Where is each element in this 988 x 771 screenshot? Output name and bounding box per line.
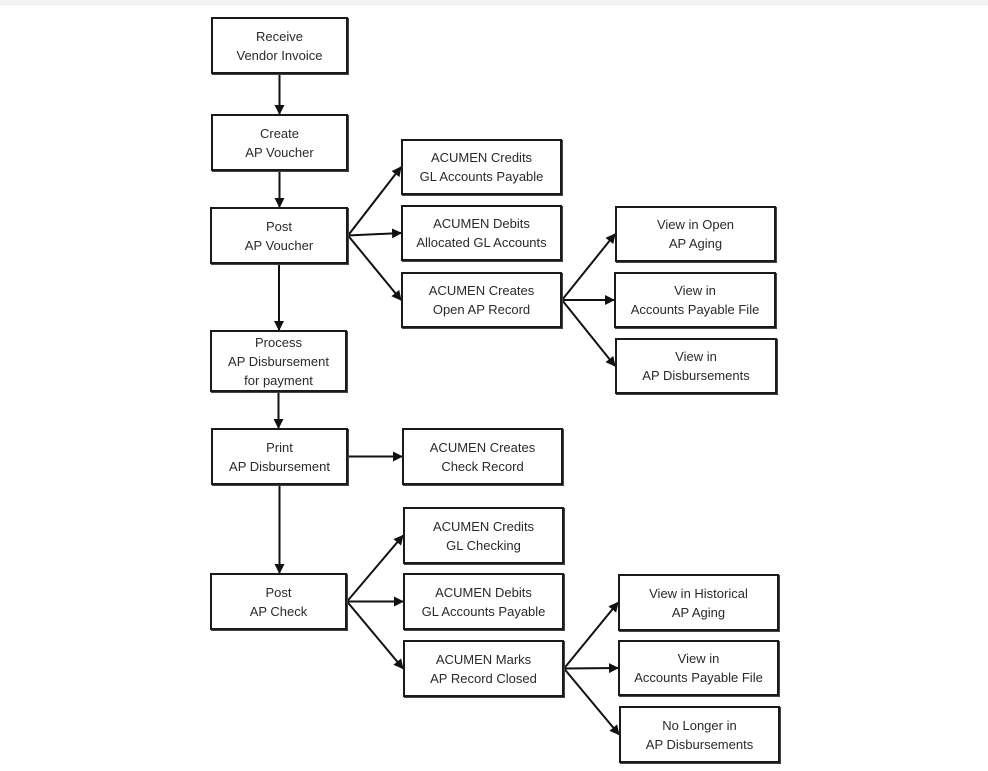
node-line: View in <box>674 283 716 298</box>
node-line: Check Record <box>441 458 524 474</box>
node-line: Receive <box>256 28 303 44</box>
node-acumen-credits-gl-checking: ACUMEN Credits GL Checking <box>403 507 564 564</box>
node-process-ap-disbursement: Process AP Disbursement for payment <box>210 330 347 392</box>
edge-post_check-to-marks_closed <box>346 600 404 670</box>
node-view-in-accounts-payable-file-2: View in Accounts Payable File <box>618 640 779 696</box>
edge-creates_open_ap-to-view_disbursements <box>561 299 616 367</box>
node-line: ACUMEN Debits <box>435 584 532 600</box>
node-line: AP Disbursements <box>645 736 754 752</box>
node-view-in-open-ap-aging: View in Open AP Aging <box>615 206 776 262</box>
node-line: ACUMEN Creates <box>429 439 536 455</box>
node-line: ACUMEN Debits <box>433 216 530 231</box>
node-line: AP Voucher <box>245 144 314 160</box>
node-post-ap-check: Post AP Check <box>210 573 347 630</box>
node-line: AP Check <box>249 603 308 619</box>
node-line: View in <box>677 651 720 666</box>
edge-creates_open_ap-to-view_open_aging <box>561 233 616 301</box>
node-line: GL Accounts Payable <box>419 169 544 184</box>
edge-post_voucher-to-credits_gl_ap <box>347 166 402 237</box>
node-view-in-ap-disbursements: View in AP Disbursements <box>615 338 777 394</box>
node-line: Post <box>265 584 292 600</box>
node-line: Vendor Invoice <box>236 47 323 63</box>
node-line: ACUMEN Credits <box>432 518 535 534</box>
node-receive-vendor-invoice: Receive Vendor Invoice <box>211 17 348 74</box>
edge-post_voucher-to-debits_allocated <box>347 228 402 239</box>
node-line: ACUMEN Credits <box>430 150 533 165</box>
node-line: AP Record Closed <box>430 670 537 686</box>
node-no-longer-in-ap-disbursements: No Longer in AP Disbursements <box>619 706 780 763</box>
node-line: Create <box>259 125 300 141</box>
node-line: Open AP Record <box>432 302 531 317</box>
node-view-in-accounts-payable-file: View in Accounts Payable File <box>614 272 776 328</box>
node-line: No Longer in <box>662 717 737 733</box>
node-line: AP Disbursements <box>642 368 750 383</box>
node-acumen-creates-check-record: ACUMEN Creates Check Record <box>402 428 563 485</box>
node-line: Allocated GL Accounts <box>416 235 547 250</box>
node-post-ap-voucher: Post AP Voucher <box>210 207 348 264</box>
node-line: ACUMEN Marks <box>435 651 532 667</box>
node-line: GL Checking <box>446 537 521 553</box>
node-line: AP Voucher <box>244 237 314 253</box>
node-line: Print <box>266 439 293 455</box>
node-line: AP Disbursement <box>228 353 329 369</box>
node-line: AP Aging <box>668 236 723 251</box>
node-line: Post <box>265 218 292 234</box>
node-acumen-debits-gl-accounts-payable: ACUMEN Debits GL Accounts Payable <box>403 573 564 630</box>
node-line: AP Aging <box>671 604 726 620</box>
node-view-in-historical-ap-aging: View in Historical AP Aging <box>618 574 779 631</box>
node-acumen-debits-allocated-gl-accounts: ACUMEN Debits Allocated GL Accounts <box>401 205 562 261</box>
node-line: View in Open <box>656 217 735 232</box>
node-acumen-credits-gl-accounts-payable: ACUMEN Credits GL Accounts Payable <box>401 139 562 195</box>
node-line: Process <box>255 334 302 350</box>
node-line: Accounts Payable File <box>630 302 760 317</box>
node-line: GL Accounts Payable <box>421 603 546 619</box>
node-line: AP Disbursement <box>229 458 330 474</box>
node-line: for payment <box>244 372 313 388</box>
node-line: Accounts Payable File <box>634 670 763 685</box>
edge-marks_closed-to-view_ap_file_2 <box>563 663 619 674</box>
node-acumen-marks-ap-record-closed: ACUMEN Marks AP Record Closed <box>403 640 564 697</box>
edge-post_check-to-credits_gl_checking <box>346 534 404 603</box>
node-acumen-creates-open-ap-record: ACUMEN Creates Open AP Record <box>401 272 562 328</box>
edge-post_voucher-to-creates_open_ap <box>347 234 402 301</box>
node-line: View in <box>675 349 717 364</box>
node-print-ap-disbursement: Print AP Disbursement <box>211 428 348 485</box>
edge-marks_closed-to-view_historical_aging <box>563 601 619 670</box>
node-line: ACUMEN Creates <box>428 283 535 298</box>
edge-marks_closed-to-no_longer_disbursements <box>563 667 620 736</box>
node-create-ap-voucher: Create AP Voucher <box>211 114 348 171</box>
node-line: View in Historical <box>649 585 748 601</box>
